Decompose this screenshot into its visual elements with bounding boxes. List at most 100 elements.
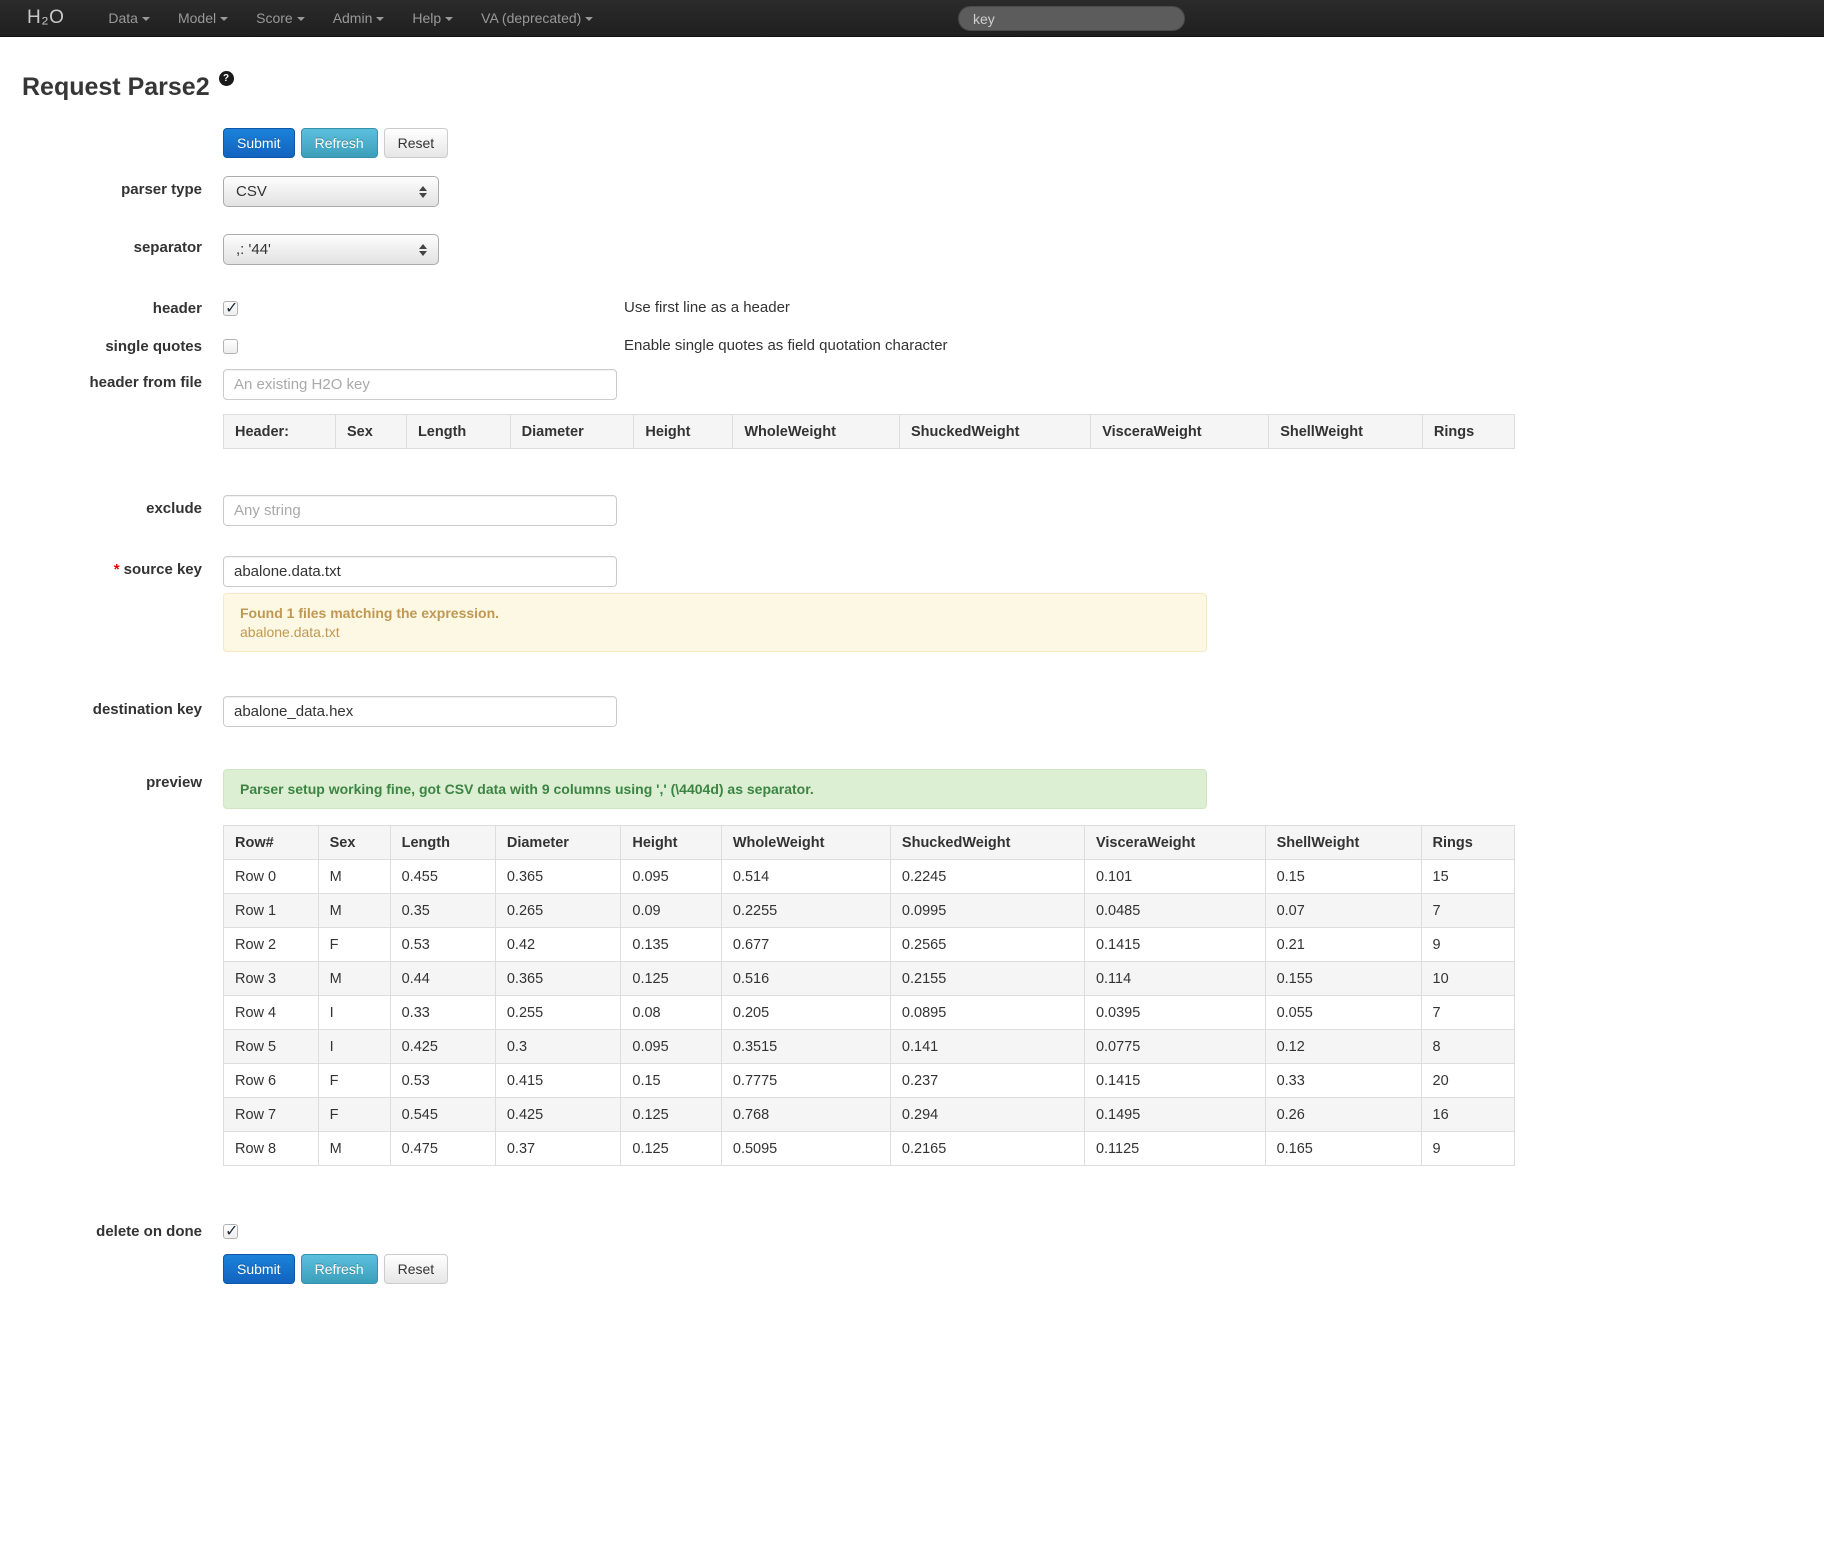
submit-button[interactable]: Submit [223, 128, 295, 158]
nav-item-score[interactable]: Score [242, 0, 319, 36]
table-row: Row 8M0.4750.370.1250.50950.21650.11250.… [224, 1132, 1515, 1166]
submit-button[interactable]: Submit [223, 1254, 295, 1284]
select-stepper-icon [412, 244, 434, 256]
table-cell: 0.055 [1265, 996, 1421, 1030]
table-cell: Row 0 [224, 860, 319, 894]
column-header: Row# [224, 826, 319, 860]
exclude-label: exclude [22, 495, 202, 517]
source-key-label: *source key [22, 556, 202, 578]
table-cell: M [318, 860, 390, 894]
page-title: Request Parse2 [22, 73, 210, 102]
table-cell: Row 2 [224, 928, 319, 962]
h2o-logo: H₂O [27, 7, 64, 29]
column-header: WholeWeight [721, 826, 890, 860]
table-cell: Row 4 [224, 996, 319, 1030]
table-row: Row 1M0.350.2650.090.22550.09950.04850.0… [224, 894, 1515, 928]
table-cell: 8 [1421, 1030, 1514, 1064]
caret-down-icon [220, 10, 228, 26]
separator-select[interactable]: ,: '44' [223, 234, 439, 265]
table-cell: 0.2165 [890, 1132, 1084, 1166]
parser-type-select[interactable]: CSV [223, 176, 439, 207]
column-header: Height [621, 826, 722, 860]
parser-type-value: CSV [224, 183, 412, 200]
separator-value: ,: '44' [224, 241, 412, 258]
table-cell: 0.26 [1265, 1098, 1421, 1132]
nav-item-data[interactable]: Data [94, 0, 164, 36]
delete-on-done-checkbox[interactable] [223, 1224, 238, 1239]
table-cell: I [318, 1030, 390, 1064]
table-cell: F [318, 928, 390, 962]
column-header: VisceraWeight [1091, 415, 1269, 449]
column-header: Sex [318, 826, 390, 860]
parser-type-label: parser type [22, 176, 202, 198]
nav-item-model[interactable]: Model [164, 0, 242, 36]
table-cell: M [318, 962, 390, 996]
table-cell: Row 1 [224, 894, 319, 928]
header-from-file-input[interactable] [223, 369, 617, 400]
table-cell: 15 [1421, 860, 1514, 894]
table-cell: 0.3 [495, 1030, 621, 1064]
source-key-input[interactable] [223, 556, 617, 587]
table-cell: 0.125 [621, 1132, 722, 1166]
table-cell: 0.12 [1265, 1030, 1421, 1064]
source-match-alert-title: Found 1 files matching the expression. [240, 605, 1190, 621]
nav-item-admin[interactable]: Admin [319, 0, 399, 36]
column-header: Rings [1422, 415, 1514, 449]
column-header: ShellWeight [1269, 415, 1423, 449]
table-row: Row 0M0.4550.3650.0950.5140.22450.1010.1… [224, 860, 1515, 894]
table-cell: 0.165 [1265, 1132, 1421, 1166]
column-header: ShuckedWeight [890, 826, 1084, 860]
single-quotes-description: Enable single quotes as field quotation … [624, 333, 948, 354]
table-cell: M [318, 1132, 390, 1166]
caret-down-icon [376, 10, 384, 26]
nav-item-va-deprecated[interactable]: VA (deprecated) [467, 0, 607, 36]
column-header: Diameter [510, 415, 634, 449]
destination-key-input[interactable] [223, 696, 617, 727]
nav-item-label: Help [412, 10, 441, 26]
help-icon[interactable]: ? [219, 71, 234, 86]
table-cell: 0.3515 [721, 1030, 890, 1064]
select-stepper-icon [412, 186, 434, 198]
column-header: WholeWeight [733, 415, 900, 449]
table-cell: 0.095 [621, 1030, 722, 1064]
search-input[interactable] [958, 6, 1185, 31]
table-cell: 0.0485 [1084, 894, 1265, 928]
table-row: Row 4I0.330.2550.080.2050.08950.03950.05… [224, 996, 1515, 1030]
table-header-row: Header:SexLengthDiameterHeightWholeWeigh… [224, 415, 1515, 449]
table-cell: 7 [1421, 996, 1514, 1030]
source-match-alert: Found 1 files matching the expression. a… [223, 593, 1207, 652]
preview-label: preview [22, 769, 202, 791]
reset-button[interactable]: Reset [384, 1254, 449, 1284]
column-header: VisceraWeight [1084, 826, 1265, 860]
table-cell: 0.2155 [890, 962, 1084, 996]
source-match-alert-file: abalone.data.txt [240, 624, 1190, 640]
header-checkbox[interactable] [223, 301, 238, 316]
table-cell: 0.125 [621, 1098, 722, 1132]
table-cell: 20 [1421, 1064, 1514, 1098]
table-cell: 0.101 [1084, 860, 1265, 894]
nav-item-help[interactable]: Help [398, 0, 467, 36]
reset-button[interactable]: Reset [384, 128, 449, 158]
column-header: ShellWeight [1265, 826, 1421, 860]
table-cell: 0.21 [1265, 928, 1421, 962]
nav-item-label: Admin [333, 10, 373, 26]
table-cell: 0.475 [390, 1132, 495, 1166]
refresh-button[interactable]: Refresh [301, 1254, 378, 1284]
table-cell: Row 7 [224, 1098, 319, 1132]
table-cell: 0.2245 [890, 860, 1084, 894]
refresh-button[interactable]: Refresh [301, 128, 378, 158]
table-cell: 0.0995 [890, 894, 1084, 928]
table-row: Row 7F0.5450.4250.1250.7680.2940.14950.2… [224, 1098, 1515, 1132]
source-key-label-text: source key [124, 561, 202, 578]
exclude-input[interactable] [223, 495, 617, 526]
single-quotes-checkbox[interactable] [223, 339, 238, 354]
table-cell: 10 [1421, 962, 1514, 996]
table-cell: 0.155 [1265, 962, 1421, 996]
separator-label: separator [22, 234, 202, 256]
caret-down-icon [585, 10, 593, 26]
column-header: Sex [335, 415, 406, 449]
table-row: Row 6F0.530.4150.150.77750.2370.14150.33… [224, 1064, 1515, 1098]
table-row: Row 2F0.530.420.1350.6770.25650.14150.21… [224, 928, 1515, 962]
table-cell: 0.0395 [1084, 996, 1265, 1030]
table-cell: M [318, 894, 390, 928]
